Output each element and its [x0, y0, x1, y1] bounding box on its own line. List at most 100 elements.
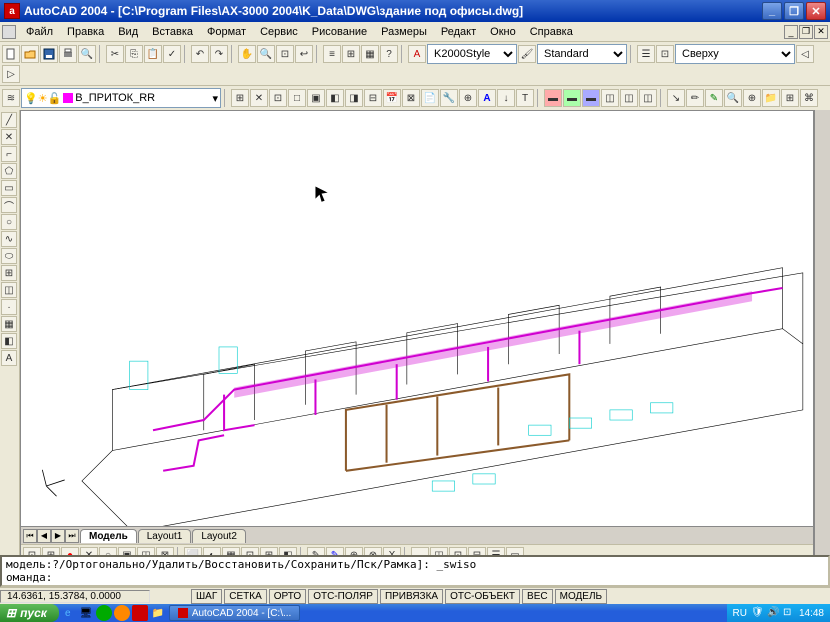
status-lwt[interactable]: ВЕС — [522, 589, 553, 604]
maximize-button[interactable]: ❐ — [784, 2, 804, 20]
properties-button[interactable]: ≡ — [323, 45, 341, 63]
tb-c1[interactable]: ↘ — [667, 89, 685, 107]
tb-a10[interactable]: ⊠ — [402, 89, 420, 107]
tb-a4[interactable]: □ — [288, 89, 306, 107]
layer-select[interactable]: 💡 ☀ 🔓 В_ПРИТОК_RR ▾ — [21, 88, 221, 108]
text-style-select[interactable]: K2000Style — [427, 44, 517, 64]
tb-c4[interactable]: 🔍 — [724, 89, 742, 107]
region-tool[interactable]: ◧ — [1, 333, 17, 349]
view-restore-button[interactable]: ⊡ — [656, 45, 674, 63]
ql-ie[interactable]: e — [60, 605, 76, 621]
new-button[interactable] — [2, 45, 20, 63]
cut-button[interactable]: ✂ — [106, 45, 124, 63]
status-snap[interactable]: ШАГ — [191, 589, 222, 604]
tb-a15[interactable]: ↓ — [497, 89, 515, 107]
hatch-tool[interactable]: ▦ — [1, 316, 17, 332]
tab-first[interactable]: ⏮ — [23, 529, 37, 543]
menu-window[interactable]: Окно — [484, 24, 522, 40]
ql-4[interactable]: 📁 — [150, 605, 166, 621]
open-button[interactable] — [21, 45, 39, 63]
tray-icon-3[interactable]: ⊡ — [783, 607, 795, 619]
tb-a5[interactable]: ▣ — [307, 89, 325, 107]
menu-file[interactable]: Файл — [20, 24, 59, 40]
tab-model[interactable]: Модель — [80, 529, 137, 543]
tb-b6[interactable]: ◫ — [639, 89, 657, 107]
tray-icon-1[interactable]: 🛡 — [751, 607, 763, 619]
status-ortho[interactable]: ОРТО — [269, 589, 306, 604]
view-prev-button[interactable]: ◁ — [796, 45, 814, 63]
tb-a2[interactable]: ✕ — [250, 89, 268, 107]
arc-tool[interactable]: ⌒ — [1, 197, 17, 213]
view-select[interactable]: Сверху — [675, 44, 795, 64]
line-tool[interactable]: ╱ — [1, 112, 17, 128]
vertical-scrollbar[interactable] — [814, 110, 830, 567]
tb-a6[interactable]: ◧ — [326, 89, 344, 107]
doc-close[interactable]: ✕ — [814, 25, 828, 39]
status-model[interactable]: МОДЕЛЬ — [555, 589, 607, 604]
command-window[interactable]: модель:?/Ортогонально/Удалить/Восстанови… — [0, 555, 830, 587]
lang-indicator[interactable]: RU — [733, 608, 747, 619]
taskbar-autocad[interactable]: AutoCAD 2004 - [C:\... — [169, 605, 301, 621]
xline-tool[interactable]: ✕ — [1, 129, 17, 145]
paint-button[interactable]: 🖌 — [518, 45, 536, 63]
menu-edit[interactable]: Правка — [61, 24, 110, 40]
pan-button[interactable]: ✋ — [238, 45, 256, 63]
redo-button[interactable]: ↷ — [210, 45, 228, 63]
view-list-button[interactable]: ☰ — [637, 45, 655, 63]
tb-a7[interactable]: ◨ — [345, 89, 363, 107]
menu-modify[interactable]: Редакт — [435, 24, 482, 40]
circle-tool[interactable]: ○ — [1, 214, 17, 230]
tb-b2[interactable]: ▬ — [563, 89, 581, 107]
tb-a1[interactable]: ⊞ — [231, 89, 249, 107]
save-button[interactable] — [40, 45, 58, 63]
text-style-button[interactable]: A — [408, 45, 426, 63]
clock[interactable]: 14:48 — [799, 608, 824, 619]
tab-layout1[interactable]: Layout1 — [138, 529, 192, 543]
status-grid[interactable]: СЕТКА — [224, 589, 267, 604]
menu-insert[interactable]: Вставка — [146, 24, 199, 40]
tb-c7[interactable]: ⊞ — [781, 89, 799, 107]
tb-c5[interactable]: ⊕ — [743, 89, 761, 107]
tb-c6[interactable]: 📁 — [762, 89, 780, 107]
tab-next[interactable]: ▶ — [51, 529, 65, 543]
tb-a12[interactable]: 🔧 — [440, 89, 458, 107]
tb-b4[interactable]: ◫ — [601, 89, 619, 107]
zoom-realtime-button[interactable]: 🔍 — [257, 45, 275, 63]
polyline-tool[interactable]: ⌐ — [1, 146, 17, 162]
tb-a14[interactable]: A — [478, 89, 496, 107]
tb-a8[interactable]: ⊟ — [364, 89, 382, 107]
dim-style-select[interactable]: Standard — [537, 44, 627, 64]
tray-icon-2[interactable]: 🔊 — [767, 607, 779, 619]
match-button[interactable]: ✓ — [163, 45, 181, 63]
doc-minimize[interactable]: _ — [784, 25, 798, 39]
layer-manager-button[interactable]: ≋ — [2, 89, 20, 107]
minimize-button[interactable]: _ — [762, 2, 782, 20]
status-osnap[interactable]: ПРИВЯЗКА — [380, 589, 443, 604]
ellipse-tool[interactable]: ⬭ — [1, 248, 17, 264]
copy-button[interactable]: ⎘ — [125, 45, 143, 63]
status-polar[interactable]: ОТС-ПОЛЯР — [308, 589, 378, 604]
tb-a13[interactable]: ⊕ — [459, 89, 477, 107]
design-center-button[interactable]: ⊞ — [342, 45, 360, 63]
spline-tool[interactable]: ∿ — [1, 231, 17, 247]
menu-format[interactable]: Формат — [201, 24, 252, 40]
rectangle-tool[interactable]: ▭ — [1, 180, 17, 196]
menu-help[interactable]: Справка — [524, 24, 579, 40]
start-button[interactable]: ⊞ пуск — [0, 604, 59, 622]
tb-c3[interactable]: ✎ — [705, 89, 723, 107]
print-preview-button[interactable]: 🔍 — [78, 45, 96, 63]
zoom-window-button[interactable]: ⊡ — [276, 45, 294, 63]
status-otrack[interactable]: ОТС-ОБЪЕКТ — [445, 589, 520, 604]
zoom-previous-button[interactable]: ↩ — [295, 45, 313, 63]
menu-tools[interactable]: Сервис — [254, 24, 304, 40]
menu-dimension[interactable]: Размеры — [375, 24, 433, 40]
close-button[interactable]: ✕ — [806, 2, 826, 20]
drawing-canvas[interactable] — [21, 111, 813, 526]
doc-maximize[interactable]: ❐ — [799, 25, 813, 39]
help-button[interactable]: ? — [380, 45, 398, 63]
print-button[interactable] — [59, 45, 77, 63]
point-tool[interactable]: · — [1, 299, 17, 315]
ql-3[interactable] — [132, 605, 148, 621]
tab-layout2[interactable]: Layout2 — [192, 529, 246, 543]
insert-block-tool[interactable]: ⊞ — [1, 265, 17, 281]
